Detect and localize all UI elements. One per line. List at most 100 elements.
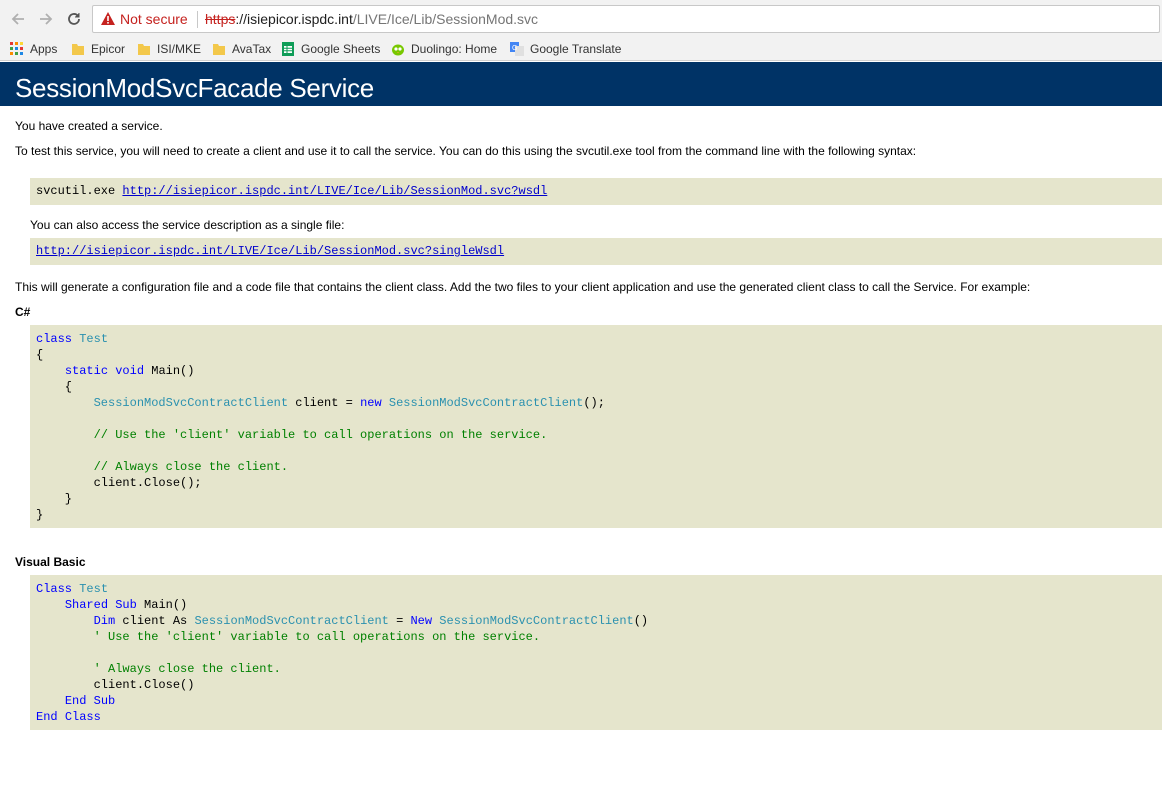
code-line: } xyxy=(36,492,72,506)
code-line: End Sub xyxy=(36,694,115,708)
code-line: { xyxy=(36,348,43,362)
code-token: = xyxy=(388,614,411,628)
back-button[interactable] xyxy=(6,7,30,31)
apps-grid-icon xyxy=(10,42,24,56)
vb-code-block: Class Test Shared Sub Main() Dim client … xyxy=(30,575,1162,730)
code-token: (); xyxy=(583,396,605,410)
code-line: SessionModSvcContractClient client = new… xyxy=(36,396,605,410)
code-token: Class xyxy=(64,710,101,724)
sheets-icon xyxy=(281,42,295,56)
duolingo-owl-icon xyxy=(391,42,405,56)
code-line: // Always close the client. xyxy=(36,460,288,474)
code-token: SessionModSvcContractClient xyxy=(439,614,634,628)
forward-button[interactable] xyxy=(34,7,58,31)
code-line: ' Use the 'client' variable to call oper… xyxy=(36,630,540,644)
code-token: SessionModSvcContractClient xyxy=(93,396,289,410)
arrow-right-icon xyxy=(40,13,53,25)
bookmark-duolingo[interactable]: Duolingo: Home xyxy=(391,40,497,58)
bookmark-label: Google Sheets xyxy=(301,42,381,56)
browser-toolbar: Not secure https://isiepicor.ispdc.int/L… xyxy=(0,0,1162,37)
code-token: Shared xyxy=(64,598,109,612)
bookmark-avatax[interactable]: AvaTax xyxy=(212,40,271,58)
reload-button[interactable] xyxy=(62,7,86,31)
code-token: client.Close(); xyxy=(36,476,202,490)
code-token: // Use the 'client' variable to call ope… xyxy=(93,428,548,442)
code-token: } xyxy=(36,492,73,506)
code-line: { xyxy=(36,380,72,394)
code-token: Test xyxy=(79,582,109,596)
security-label[interactable]: Not secure xyxy=(120,11,188,27)
code-token: () xyxy=(633,614,649,628)
code-token: client = xyxy=(288,396,361,410)
code-token: } xyxy=(36,508,44,522)
code-token: Sub xyxy=(115,598,137,612)
address-bar[interactable]: Not secure https://isiepicor.ispdc.int/L… xyxy=(92,5,1160,33)
bookmark-isi-mke[interactable]: ISI/MKE xyxy=(137,40,201,58)
csharp-heading: C# xyxy=(15,305,31,319)
code-line: Shared Sub Main() xyxy=(36,598,187,612)
code-token: SessionModSvcContractClient xyxy=(388,396,584,410)
single-file-text: You can also access the service descript… xyxy=(30,218,345,232)
code-token: ' Always close the client. xyxy=(93,662,281,676)
code-token: client As xyxy=(115,614,195,628)
bookmark-google-sheets[interactable]: Google Sheets xyxy=(281,40,380,58)
code-token: Main() xyxy=(144,364,195,378)
code-line: client.Close() xyxy=(36,678,195,692)
code-line: client.Close(); xyxy=(36,476,202,490)
generate-text: This will generate a configuration file … xyxy=(15,280,1031,294)
url-scheme: https xyxy=(205,11,236,27)
svcutil-command: svcutil.exe http://isiepicor.ispdc.int/L… xyxy=(36,184,547,198)
wsdl-link[interactable]: http://isiepicor.ispdc.int/LIVE/Ice/Lib/… xyxy=(122,184,547,198)
code-token: ' Use the 'client' variable to call oper… xyxy=(93,630,541,644)
code-line: } xyxy=(36,508,43,522)
svg-text:G: G xyxy=(512,45,517,52)
bookmark-label: Epicor xyxy=(91,42,126,56)
code-token: Class xyxy=(36,582,73,596)
code-token: SessionModSvcContractClient xyxy=(194,614,389,628)
warning-icon[interactable] xyxy=(100,11,116,31)
bookmark-google-translate[interactable]: G Google Translate xyxy=(510,40,621,58)
code-token: class xyxy=(36,332,73,346)
bookmark-label: Google Translate xyxy=(530,42,622,56)
url-text[interactable]: https://isiepicor.ispdc.int/LIVE/Ice/Lib… xyxy=(205,11,538,27)
code-line: // Use the 'client' variable to call ope… xyxy=(36,428,548,442)
code-token: Dim xyxy=(93,614,116,628)
code-token: Test xyxy=(79,332,109,346)
code-token: { xyxy=(36,380,73,394)
service-banner: SessionModSvcFacade Service xyxy=(0,62,1162,106)
intro-text: You have created a service. xyxy=(15,119,163,133)
bookmark-label: ISI/MKE xyxy=(157,42,202,56)
folder-icon xyxy=(71,42,85,56)
page-title: SessionModSvcFacade Service xyxy=(15,73,374,103)
csharp-code-block: class Test { static void Main() { Session… xyxy=(30,325,1162,528)
code-token: New xyxy=(410,614,433,628)
single-wsdl-box: http://isiepicor.ispdc.int/LIVE/Ice/Lib/… xyxy=(30,238,1162,265)
single-wsdl-link[interactable]: http://isiepicor.ispdc.int/LIVE/Ice/Lib/… xyxy=(36,244,504,258)
code-line: Class Test xyxy=(36,582,108,596)
bookmark-label: AvaTax xyxy=(232,42,272,56)
code-line: End Class xyxy=(36,710,101,724)
code-line: ' Always close the client. xyxy=(36,662,281,676)
code-token: Main() xyxy=(136,598,188,612)
svcutil-command-box: svcutil.exe http://isiepicor.ispdc.int/L… xyxy=(30,178,1162,205)
folder-icon xyxy=(212,42,226,56)
code-token: // Always close the client. xyxy=(93,460,289,474)
bookmark-epicor[interactable]: Epicor xyxy=(71,40,125,58)
url-host: ://isiepicor.ispdc.int xyxy=(235,11,353,27)
single-wsdl-line: http://isiepicor.ispdc.int/LIVE/Ice/Lib/… xyxy=(36,244,504,258)
bookmark-apps[interactable]: Apps xyxy=(10,40,57,58)
svcutil-text: svcutil.exe xyxy=(36,184,123,198)
code-token: new xyxy=(360,396,382,410)
bookmark-label: Apps xyxy=(30,42,58,56)
code-line: class Test xyxy=(36,332,108,346)
